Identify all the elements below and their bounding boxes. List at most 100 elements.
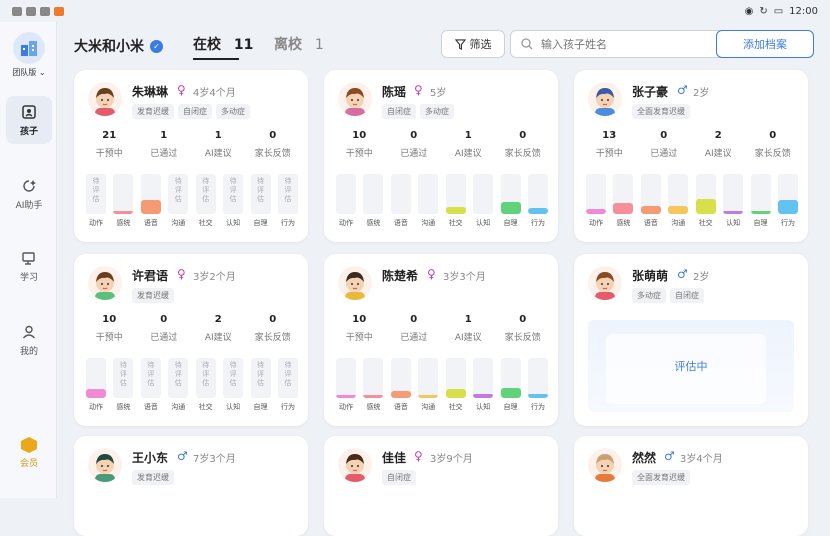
child-name: 然然: [632, 451, 657, 465]
stat-value: 0: [269, 130, 277, 141]
domain-bar: 待评估: [140, 358, 161, 398]
diagnosis-tag: 发育迟缓: [132, 104, 174, 119]
stat-item: 10 干预中: [332, 314, 387, 343]
domain-label: 社交: [448, 403, 463, 411]
tab-left-school[interactable]: 离校 1: [274, 34, 324, 54]
child-card[interactable]: 张萌萌 ♂ 2岁 多动症 自闭症 评估中: [574, 254, 808, 426]
child-name: 张萌萌: [632, 269, 669, 283]
domain-bar: [445, 174, 466, 214]
domain-bar-fill: [527, 208, 548, 214]
domain-bar: 待评估: [250, 358, 271, 398]
domain-label: 行为: [280, 219, 295, 227]
child-name: 王小东: [132, 451, 169, 465]
domain-bar: [527, 174, 548, 214]
diagnosis-tags: 自闭症: [382, 470, 416, 485]
female-icon: ♀: [427, 267, 436, 281]
stat-label: 干预中: [345, 149, 373, 159]
search-input[interactable]: [541, 37, 741, 51]
nav-ai-assistant[interactable]: AI助手: [6, 170, 52, 218]
add-profile-button[interactable]: 添加档案: [716, 30, 814, 58]
member-button[interactable]: 会员: [14, 437, 44, 469]
child-name: 佳佳: [382, 451, 407, 465]
nav-children[interactable]: 孩子: [6, 96, 52, 144]
child-avatar: [338, 448, 372, 482]
domain-bar: [695, 174, 716, 214]
pending-label: 待评估: [147, 361, 155, 387]
domain-label: 语音: [143, 403, 158, 411]
child-age: 7岁3个月: [193, 454, 236, 465]
domain-label: 认知: [476, 403, 491, 411]
nav-learning-label: 学习: [19, 272, 38, 283]
diagnosis-tags: 全面发育迟缓: [632, 104, 690, 119]
domain-label: 认知: [726, 219, 741, 227]
male-icon: ♂: [677, 267, 688, 281]
stat-value: 10: [102, 314, 117, 325]
child-card[interactable]: 王小东 ♂ 7岁3个月 发育迟缓: [74, 436, 308, 536]
diagnosis-tag: 发育迟缓: [132, 470, 174, 485]
pending-label: 待评估: [257, 361, 265, 387]
stat-label: 家长反馈: [504, 149, 541, 159]
domain-bar: 待评估: [250, 174, 271, 214]
stat-item: 0 家长反馈: [496, 130, 551, 159]
domain-bar: [777, 174, 798, 214]
domain-labels: 动作 感统 语音 沟通 社交 认知 自理 行为: [586, 218, 798, 228]
diagnosis-tag: 自闭症: [382, 470, 416, 485]
stat-item: 0 家长反馈: [746, 130, 801, 159]
stat-value: 2: [714, 130, 722, 141]
stat-item: 2 AI建议: [191, 314, 246, 343]
diagnosis-tag: 多动症: [420, 104, 454, 119]
eye-icon: ◉: [744, 5, 754, 17]
team-switcher[interactable]: 团队版 ⌄: [8, 32, 50, 78]
child-stats: 10 干预中 0 已通过 1 AI建议 0 家长反馈: [332, 130, 550, 159]
tab-in-school[interactable]: 在校 11: [193, 34, 253, 54]
domain-bar-fill: [86, 389, 106, 398]
stat-label: AI建议: [204, 149, 232, 159]
domain-progress-bars: 待评估 待评估 待评估 待评估 待评估 待评估: [86, 174, 298, 214]
male-icon: ♂: [677, 83, 688, 97]
domain-label: 自理: [503, 403, 518, 411]
domain-bar: 待评估: [195, 174, 216, 214]
stat-label: AI建议: [204, 333, 232, 343]
domain-label: 沟通: [171, 403, 186, 411]
stat-value: 0: [519, 314, 527, 325]
child-age: 3岁3个月: [443, 272, 486, 283]
domain-label: 语音: [393, 219, 408, 227]
domain-bar-fill: [113, 211, 134, 214]
domain-bar-fill: [695, 199, 716, 214]
child-card[interactable]: 张子豪 ♂ 2岁 全面发育迟缓 13 干预中 0 已通过 2 AI建议 0 家长反馈 动作 感统 语音 沟通 社…: [574, 70, 808, 242]
domain-label: 语音: [143, 219, 158, 227]
stat-label: 干预中: [345, 333, 373, 343]
domain-bar-fill: [777, 200, 798, 214]
pending-label: 待评估: [284, 361, 292, 387]
wifi-icon: [12, 6, 22, 16]
child-card[interactable]: 然然 ♂ 3岁4个月 全面发育迟缓: [574, 436, 808, 536]
child-age: 5岁: [430, 88, 447, 99]
evaluating-panel: 评估中: [588, 320, 794, 412]
child-card[interactable]: 朱琳琳 ♀ 4岁4个月 发育迟缓 自闭症 多动症 21 干预中 1 已通过 1 AI建议 0 家长反馈待评…: [74, 70, 308, 242]
domain-bar: [418, 358, 439, 398]
child-card[interactable]: 陈楚希 ♀ 3岁3个月 10 干预中 0 已通过 1 AI建议 0 家长反馈 动作 感统 语音 沟通 社交 认知…: [324, 254, 558, 426]
header: 大米和小米 ✓ 在校 11 离校 1 筛选 添加档案: [74, 30, 816, 62]
domain-bar: 待评估: [223, 358, 244, 398]
domain-bar: 待评估: [277, 174, 298, 214]
stat-label: AI建议: [454, 149, 482, 159]
domain-label: 动作: [89, 403, 103, 411]
pending-label: 待评估: [257, 177, 265, 203]
status-bar: ◉ ↻ ▭ 12:00: [0, 0, 830, 22]
message-icon: [40, 6, 50, 16]
member-label: 会员: [19, 459, 38, 469]
stat-value: 0: [769, 130, 777, 141]
domain-label: 动作: [589, 219, 603, 227]
pending-label: 待评估: [229, 177, 237, 203]
nav-learning[interactable]: 学习: [6, 242, 52, 290]
stat-value: 1: [464, 130, 472, 141]
child-card[interactable]: 许君语 ♀ 3岁2个月 发育迟缓 10 干预中 0 已通过 2 AI建议 0 家长反馈待评估待评估待评…: [74, 254, 308, 426]
stat-item: 0 家长反馈: [496, 314, 551, 343]
domain-bar-fill: [473, 394, 494, 398]
filter-button[interactable]: 筛选: [441, 30, 505, 58]
status-icons-left: [12, 6, 64, 16]
stat-value: 0: [660, 130, 668, 141]
child-card[interactable]: 陈瑶 ♀ 5岁 自闭症 多动症 10 干预中 0 已通过 1 AI建议 0 家长反馈 动作 感统 语音 沟通 社交…: [324, 70, 558, 242]
child-card[interactable]: 佳佳 ♀ 3岁9个月 自闭症: [324, 436, 558, 536]
nav-profile[interactable]: 我的: [6, 316, 52, 364]
